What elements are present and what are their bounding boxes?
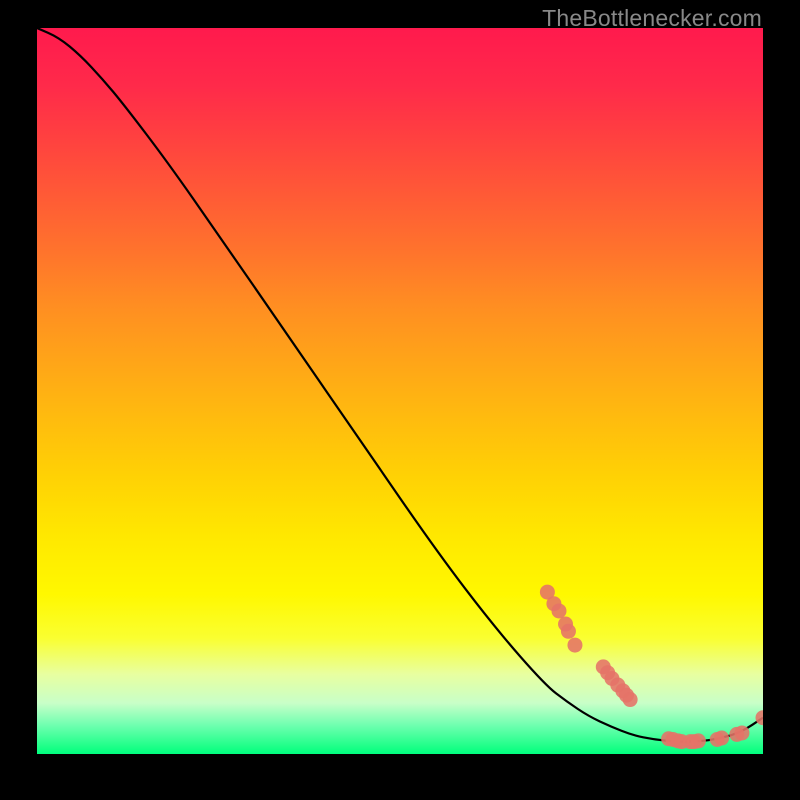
chart-container: TheBottlenecker.com xyxy=(0,0,800,800)
watermark: TheBottlenecker.com xyxy=(542,5,762,32)
plot-area xyxy=(37,28,763,754)
